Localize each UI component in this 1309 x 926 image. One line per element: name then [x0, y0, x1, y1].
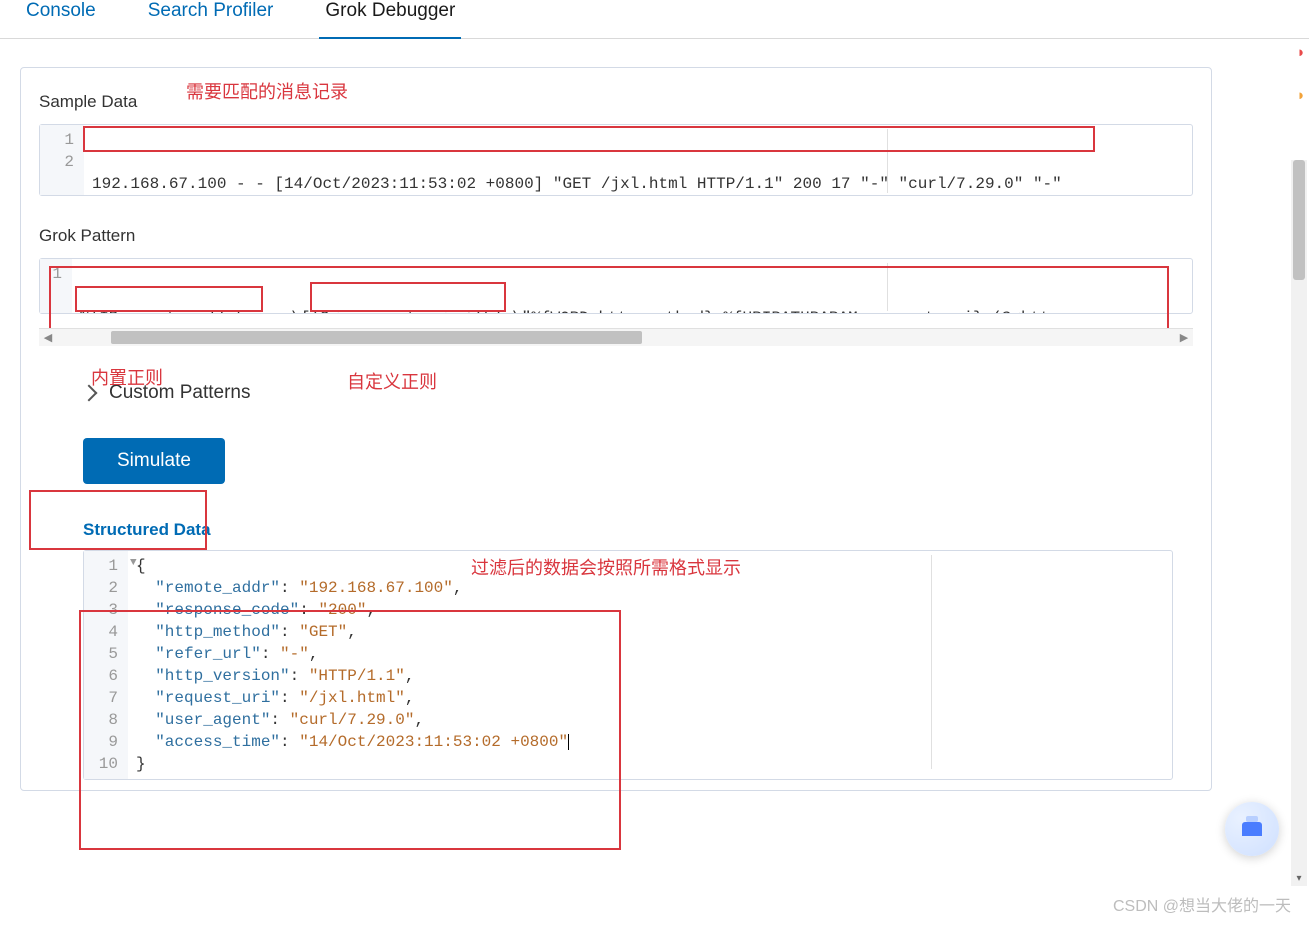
grok-pattern-editor[interactable]: 1 %{IP:remote_addr} - - \[(?<access_time… [39, 258, 1193, 314]
structured-content: { "remote_addr": "192.168.67.100", "resp… [128, 551, 1172, 779]
sample-gutter: 1 2 [40, 125, 84, 195]
divider [931, 555, 932, 769]
grok-panel: 需要匹配的消息记录 Sample Data 1 2 192.168.67.100… [20, 67, 1212, 791]
page-vscroll[interactable]: ▾ [1291, 160, 1307, 886]
fold-triangle-icon[interactable]: ▼ [130, 557, 137, 569]
tab-console[interactable]: Console [20, 0, 102, 30]
structured-data-viewer[interactable]: 12345678910 ▼ { "remote_addr": "192.168.… [83, 550, 1173, 780]
vscroll-thumb[interactable] [1293, 160, 1305, 280]
pattern-hscroll[interactable]: ◀ ▶ [39, 328, 1193, 346]
scroll-down-icon[interactable]: ▾ [1291, 870, 1307, 886]
structured-data-label: Structured Data [83, 520, 1193, 540]
sample-data-editor[interactable]: 1 2 192.168.67.100 - - [14/Oct/2023:11:5… [39, 124, 1193, 196]
tab-bar: Console Search Profiler Grok Debugger [0, 0, 1309, 39]
annotation-sample: 需要匹配的消息记录 [186, 78, 348, 104]
annotation-custom: 自定义正则 [347, 368, 437, 394]
mark-icon: ◗ [1296, 44, 1305, 61]
custom-patterns-toggle[interactable]: Custom Patterns [83, 382, 1193, 404]
tab-search-profiler[interactable]: Search Profiler [142, 0, 280, 30]
sample-data-content[interactable]: 192.168.67.100 - - [14/Oct/2023:11:53:02… [84, 125, 1192, 195]
annotation-builtin: 内置正则 [91, 364, 163, 390]
scroll-right-icon[interactable]: ▶ [1175, 329, 1193, 346]
simulate-button[interactable]: Simulate [83, 438, 225, 484]
side-marks: ◗ ◗ [1293, 44, 1309, 104]
watermark-text: CSDN @想当大佬的一天 [1113, 892, 1291, 916]
grok-pattern-label: Grok Pattern [39, 226, 1193, 246]
tab-grok-debugger[interactable]: Grok Debugger [319, 0, 461, 30]
scroll-thumb[interactable] [111, 331, 642, 344]
usb-badge-icon[interactable] [1225, 802, 1279, 856]
divider [887, 263, 888, 311]
grok-pattern-content[interactable]: %{IP:remote_addr} - - \[(?<access_time>.… [72, 259, 1192, 313]
scroll-left-icon[interactable]: ◀ [39, 329, 57, 346]
divider [887, 129, 888, 193]
structured-gutter: 12345678910 [84, 551, 128, 779]
mark-icon: ◗ [1296, 87, 1305, 104]
pattern-gutter: 1 [40, 259, 72, 313]
